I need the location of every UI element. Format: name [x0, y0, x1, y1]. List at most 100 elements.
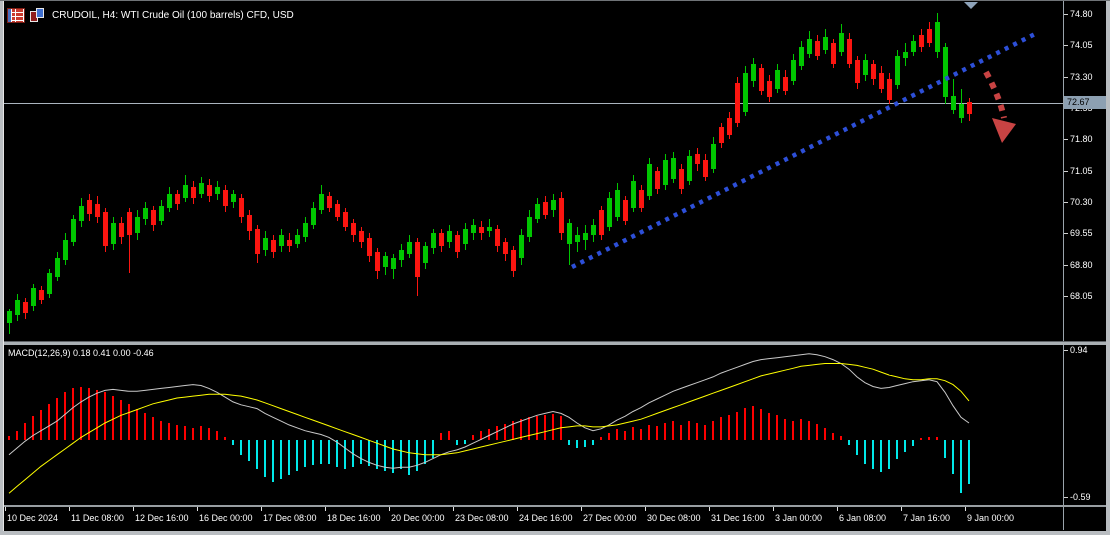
macd-histogram-bar	[592, 440, 594, 445]
macd-histogram-bar	[736, 412, 738, 441]
macd-histogram-bar	[360, 440, 362, 464]
candle-body	[271, 240, 276, 253]
macd-histogram-bar	[472, 435, 474, 441]
macd-histogram-bar	[960, 440, 962, 493]
macd-histogram-bar	[840, 436, 842, 441]
time-tick-label: 27 Dec 00:00	[583, 513, 637, 523]
macd-histogram-bar	[144, 413, 146, 440]
candle-body	[495, 229, 500, 246]
macd-histogram-bar	[400, 440, 402, 469]
candle-body	[711, 144, 716, 169]
panel-splitter[interactable]	[0, 341, 1110, 345]
candle-body	[191, 187, 196, 197]
macd-histogram-bar	[64, 392, 66, 440]
macd-histogram-bar	[88, 388, 90, 441]
time-tick	[133, 507, 134, 511]
time-tick-label: 9 Jan 00:00	[967, 513, 1014, 523]
price-tick-label: 68.80	[1070, 260, 1093, 270]
time-tick-label: 24 Dec 16:00	[519, 513, 573, 523]
candle-body	[543, 202, 548, 215]
time-tick-label: 23 Dec 08:00	[455, 513, 509, 523]
candle-body	[463, 229, 468, 244]
macd-histogram-bar	[536, 416, 538, 440]
time-tick	[773, 507, 774, 511]
candle-body	[159, 206, 164, 221]
candle-body	[671, 158, 676, 179]
candle-body	[623, 200, 628, 221]
macd-histogram-bar	[8, 436, 10, 441]
price-tick	[1064, 202, 1068, 203]
price-tick-label: 71.05	[1070, 166, 1093, 176]
candle-body	[143, 208, 148, 218]
macd-histogram-bar	[320, 440, 322, 464]
price-tick	[1064, 77, 1068, 78]
macd-histogram-bar	[408, 440, 410, 475]
candle-body	[535, 204, 540, 219]
candle-body	[751, 64, 756, 81]
candle-body	[639, 190, 644, 209]
time-tick	[581, 507, 582, 511]
macd-histogram-bar	[520, 419, 522, 440]
candle-body	[215, 187, 220, 193]
macd-histogram-bar	[272, 440, 274, 481]
macd-histogram-bar	[248, 440, 250, 461]
candle-body	[879, 73, 884, 90]
macd-histogram-bar	[40, 410, 42, 441]
time-tick	[645, 507, 646, 511]
time-tick	[453, 507, 454, 511]
macd-histogram-bar	[232, 440, 234, 445]
macd-histogram-bar	[440, 433, 442, 441]
macd-histogram-bar	[168, 423, 170, 440]
macd-histogram-bar	[672, 421, 674, 440]
time-tick	[901, 507, 902, 511]
macd-histogram-bar	[624, 431, 626, 441]
time-tick-label: 6 Jan 08:00	[839, 513, 886, 523]
candle-body	[487, 227, 492, 231]
candle-body	[223, 190, 228, 207]
candle-body	[943, 47, 948, 97]
macd-histogram-bar	[664, 423, 666, 440]
macd-histogram-bar	[328, 440, 330, 464]
macd-histogram-bar	[688, 421, 690, 440]
macd-panel[interactable]	[4, 344, 1063, 505]
candle-body	[263, 238, 268, 251]
time-tick	[5, 507, 6, 511]
macd-histogram-bar	[80, 387, 82, 441]
macd-histogram-bar	[432, 440, 434, 457]
macd-histogram-bar	[912, 440, 914, 446]
candle-body	[767, 81, 772, 98]
chart-shift-marker-icon[interactable]	[964, 2, 978, 9]
candle-body	[615, 190, 620, 217]
macd-tick	[1064, 350, 1068, 351]
macd-histogram-bar	[128, 404, 130, 441]
time-tick-label: 18 Dec 16:00	[327, 513, 381, 523]
candle-body	[79, 206, 84, 221]
time-tick	[261, 507, 262, 511]
macd-histogram-bar	[888, 440, 890, 469]
macd-histogram-bar	[808, 421, 810, 440]
price-tick	[1064, 45, 1068, 46]
macd-histogram-bar	[456, 440, 458, 445]
macd-tick-label: -0.59	[1070, 492, 1091, 502]
macd-histogram-bar	[944, 440, 946, 457]
macd-histogram-bar	[136, 409, 138, 441]
time-tick-label: 3 Jan 00:00	[775, 513, 822, 523]
macd-histogram-bar	[712, 421, 714, 440]
candle-body	[575, 235, 580, 241]
macd-histogram-bar	[608, 433, 610, 441]
candle-body	[279, 235, 284, 245]
macd-histogram-bar	[952, 440, 954, 474]
candle-body	[959, 104, 964, 119]
macd-histogram-bar	[224, 437, 226, 440]
macd-histogram-bar	[176, 425, 178, 440]
candle-body	[655, 171, 660, 190]
candle-body	[591, 225, 596, 235]
candle-body	[15, 300, 20, 315]
macd-label: MACD(12,26,9) 0.18 0.41 0.00 -0.46	[8, 348, 154, 358]
candle-body	[207, 185, 212, 195]
candle-body	[199, 183, 204, 193]
price-tick-label: 74.05	[1070, 40, 1093, 50]
time-tick-label: 31 Dec 16:00	[711, 513, 765, 523]
macd-histogram-bar	[760, 409, 762, 441]
price-tick	[1064, 233, 1068, 234]
